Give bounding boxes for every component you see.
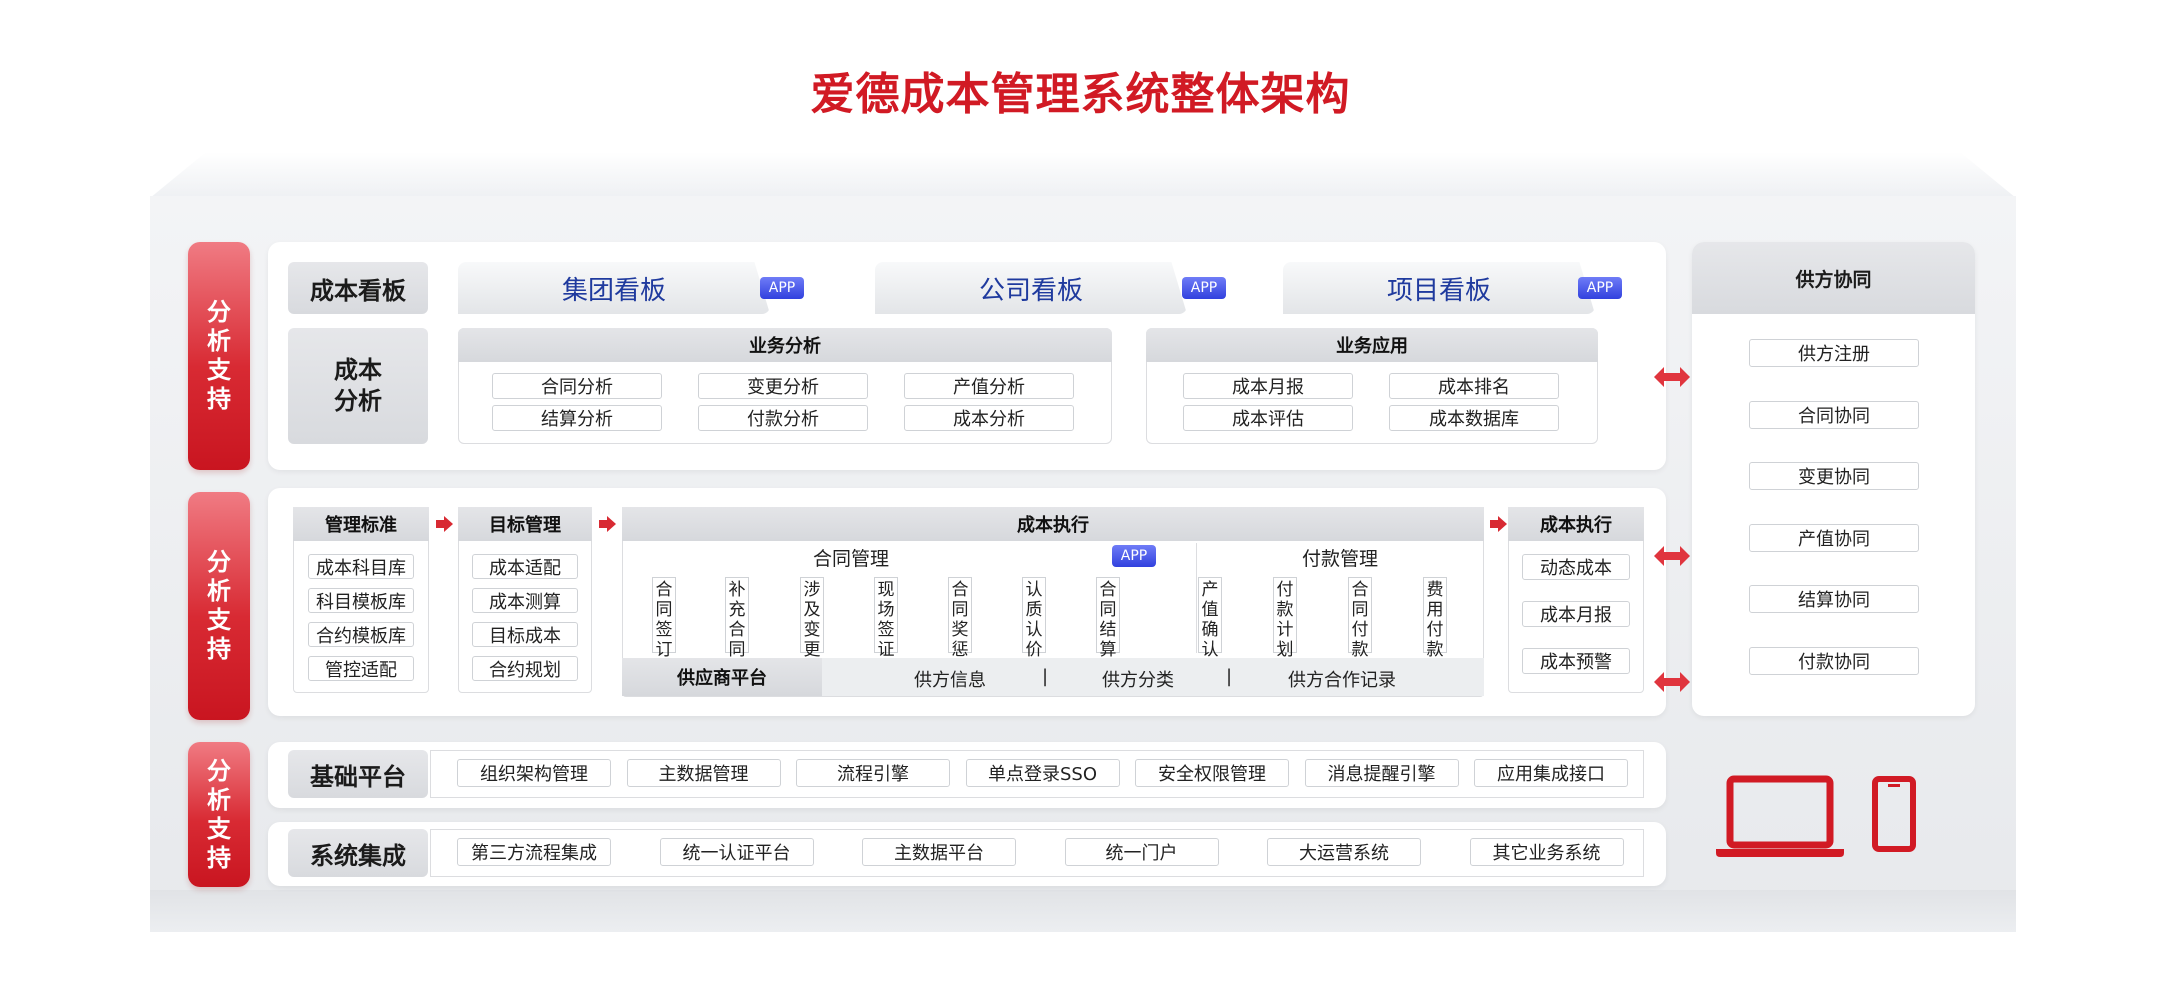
vchip-contract-4[interactable]: 合同奖惩 — [948, 577, 972, 660]
supplier-collab-title: 供方协同 — [1692, 242, 1975, 314]
tab-label: 项目看板 — [1386, 275, 1491, 306]
chip-cost-database[interactable]: 成本数据库 — [1389, 405, 1559, 431]
chip-integration-1[interactable]: 统一认证平台 — [659, 838, 814, 866]
vchip-contract-5[interactable]: 认质认价 — [1022, 577, 1046, 660]
chip-target-cost[interactable]: 目标成本 — [472, 622, 578, 647]
execution-right-title: 成本执行 — [1508, 507, 1644, 541]
double-arrow-icon — [1654, 672, 1690, 692]
chip-supplier-collab-2[interactable]: 变更协同 — [1749, 462, 1919, 490]
system-integration-row — [430, 829, 1644, 877]
chip-payment-analysis[interactable]: 付款分析 — [698, 405, 868, 431]
supplier-platform-title: 供应商平台 — [622, 658, 822, 696]
chip-base-5[interactable]: 消息提醒引擎 — [1304, 759, 1459, 787]
laptop-icon — [1716, 775, 1844, 857]
vchip-payment-1[interactable]: 付款计划 — [1273, 577, 1297, 660]
chip-cost-adapt[interactable]: 成本适配 — [472, 554, 578, 579]
supplier-cooperation-record[interactable]: 供方合作记录 — [1262, 666, 1422, 692]
vchip-payment-0[interactable]: 产值确认 — [1198, 577, 1222, 660]
double-arrow-icon — [1654, 546, 1690, 566]
vchip-contract-6[interactable]: 合同结算 — [1096, 577, 1120, 660]
system-integration-label: 系统集成 — [288, 829, 428, 877]
vchip-contract-1[interactable]: 补充合同 — [725, 577, 749, 660]
chip-cost-analysis[interactable]: 成本分析 — [904, 405, 1074, 431]
chip-cost-estimation[interactable]: 成本测算 — [472, 588, 578, 613]
chip-integration-4[interactable]: 大运营系统 — [1267, 838, 1421, 866]
chip-supplier-collab-5[interactable]: 付款协同 — [1749, 646, 1919, 675]
chip-subject-template-lib[interactable]: 科目模板库 — [308, 588, 414, 613]
tab-group-dashboard[interactable]: 集团看板 — [458, 262, 770, 314]
phone-icon — [1872, 776, 1916, 852]
chip-change-analysis[interactable]: 变更分析 — [698, 373, 868, 399]
business-application-title: 业务应用 — [1146, 328, 1598, 362]
app-badge: APP — [1182, 277, 1226, 299]
vchip-payment-3[interactable]: 费用付款 — [1423, 577, 1447, 660]
chip-integration-2[interactable]: 主数据平台 — [862, 838, 1016, 866]
double-arrow-icon — [1654, 367, 1690, 387]
tab-company-dashboard[interactable]: 公司看板 — [875, 262, 1187, 314]
vchip-contract-0[interactable]: 合同签订 — [652, 577, 676, 660]
chip-contract-template-lib[interactable]: 合约模板库 — [308, 622, 414, 647]
chip-supplier-collab-0[interactable]: 供方注册 — [1749, 339, 1919, 367]
side-tag-text: 分析支持 — [207, 756, 231, 872]
chip-output-analysis[interactable]: 产值分析 — [904, 373, 1074, 399]
page-title: 爱德成本管理系统整体架构 — [810, 69, 1351, 120]
side-tag-analysis-3: 分析支持 — [188, 742, 250, 887]
chip-base-6[interactable]: 应用集成接口 — [1474, 759, 1628, 787]
standards-title: 管理标准 — [293, 507, 429, 541]
chip-cost-subject-lib[interactable]: 成本科目库 — [308, 554, 414, 579]
tab-label: 公司看板 — [978, 275, 1083, 306]
dashboard-label: 成本看板 — [288, 262, 428, 314]
app-badge: APP — [1578, 277, 1622, 299]
stage-top — [150, 152, 2016, 198]
chip-base-2[interactable]: 流程引擎 — [796, 759, 950, 787]
chip-cost-warning[interactable]: 成本预警 — [1522, 648, 1630, 674]
vchip-contract-3[interactable]: 现场签证 — [874, 577, 898, 660]
side-tag-analysis-1: 分析支持 — [188, 242, 250, 470]
side-tag-text: 分析支持 — [207, 298, 231, 413]
chip-dynamic-cost[interactable]: 动态成本 — [1522, 554, 1630, 580]
vchip-contract-2[interactable]: 涉及变更 — [800, 577, 824, 660]
base-platform-label: 基础平台 — [288, 750, 428, 798]
tab-label: 集团看板 — [561, 275, 666, 306]
right-arrow-icon — [436, 516, 453, 532]
targets-title: 目标管理 — [458, 507, 592, 541]
payment-management-title: 付款管理 — [1301, 548, 1378, 570]
chip-integration-0[interactable]: 第三方流程集成 — [457, 838, 611, 866]
chip-integration-3[interactable]: 统一门户 — [1064, 838, 1219, 866]
cost-analysis-label: 成本 分析 — [288, 328, 428, 444]
chip-base-4[interactable]: 安全权限管理 — [1135, 759, 1289, 787]
chip-base-3[interactable]: 单点登录SSO — [965, 759, 1120, 787]
chip-cost-evaluation[interactable]: 成本评估 — [1183, 405, 1353, 431]
chip-integration-5[interactable]: 其它业务系统 — [1469, 838, 1624, 866]
separator: | — [1225, 666, 1233, 687]
chip-control-adapt[interactable]: 管控适配 — [308, 656, 414, 681]
chip-supplier-collab-1[interactable]: 合同协同 — [1749, 400, 1919, 429]
execution-title: 成本执行 — [622, 507, 1484, 541]
chip-contract-analysis[interactable]: 合同分析 — [492, 373, 662, 399]
separator: | — [1041, 666, 1049, 687]
chip-cost-monthly-report[interactable]: 成本月报 — [1522, 601, 1630, 627]
chip-cost-monthly[interactable]: 成本月报 — [1183, 373, 1353, 399]
stage-floor — [150, 890, 2016, 932]
tab-project-dashboard[interactable]: 项目看板 — [1283, 262, 1595, 314]
chip-contract-planning[interactable]: 合约规划 — [472, 656, 578, 681]
chip-supplier-collab-4[interactable]: 结算协同 — [1749, 585, 1919, 613]
app-badge: APP — [760, 277, 804, 299]
right-arrow-icon — [599, 516, 616, 532]
chip-base-0[interactable]: 组织架构管理 — [457, 759, 611, 787]
chip-settlement-analysis[interactable]: 结算分析 — [492, 405, 662, 431]
app-badge: APP — [1112, 545, 1156, 567]
supplier-info[interactable]: 供方信息 — [880, 666, 1020, 692]
chip-supplier-collab-3[interactable]: 产值协同 — [1749, 523, 1919, 552]
side-tag-analysis-2: 分析支持 — [188, 492, 250, 720]
right-arrow-icon — [1490, 516, 1507, 532]
side-tag-text: 分析支持 — [207, 548, 231, 663]
chip-cost-ranking[interactable]: 成本排名 — [1389, 373, 1559, 399]
supplier-category[interactable]: 供方分类 — [1068, 666, 1208, 692]
chip-base-1[interactable]: 主数据管理 — [626, 759, 781, 787]
contract-management-title: 合同管理 — [812, 548, 889, 570]
business-analysis-title: 业务分析 — [458, 328, 1112, 362]
vchip-payment-2[interactable]: 合同付款 — [1348, 577, 1372, 660]
